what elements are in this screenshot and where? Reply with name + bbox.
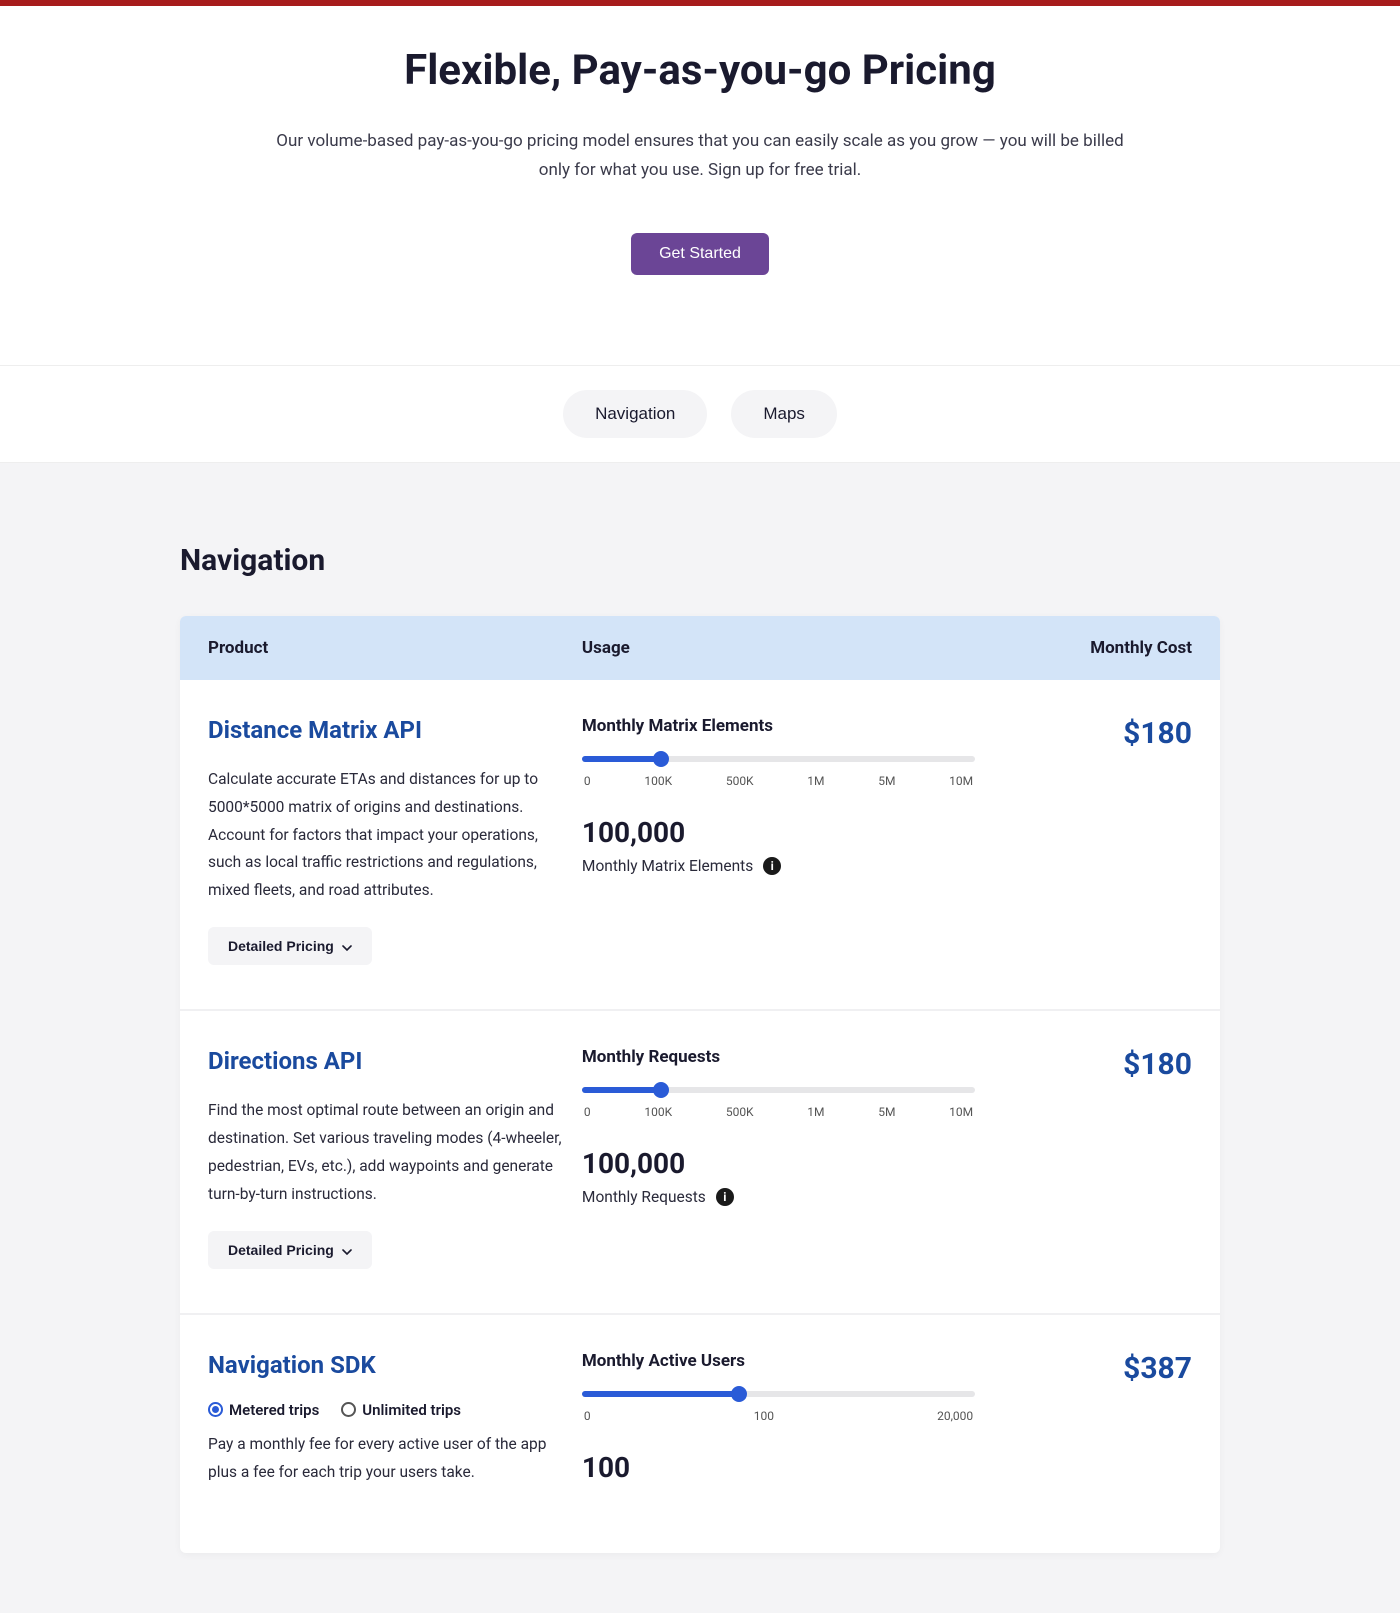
radio-unchecked-icon [341,1402,356,1417]
slider-thumb[interactable] [731,1386,747,1402]
pricing-table: Product Usage Monthly Cost Distance Matr… [180,616,1220,1553]
slider-ticks: 0 100K 500K 1M 5M 10M [582,1105,975,1119]
usage-value-label: Monthly Matrix Elements [582,857,753,875]
table-row: Directions API Find the most optimal rou… [180,1011,1220,1315]
usage-value-label: Monthly Requests [582,1188,706,1206]
slider-thumb[interactable] [653,1082,669,1098]
usage-title: Monthly Requests [582,1047,975,1067]
radio-unlimited-trips[interactable]: Unlimited trips [341,1401,461,1419]
tab-maps[interactable]: Maps [731,390,837,438]
usage-slider[interactable]: 0 100K 500K 1M 5M 10M [582,1087,975,1119]
slider-ticks: 0 100K 500K 1M 5M 10M [582,774,975,788]
usage-value: 100 [582,1451,975,1484]
pricing-mode-radios: Metered trips Unlimited trips [208,1401,562,1419]
hero-title: Flexible, Pay-as-you-go Pricing [20,46,1380,95]
pricing-section: Navigation Product Usage Monthly Cost Di… [0,463,1400,1613]
usage-slider[interactable]: 0 100 20,000 [582,1391,975,1423]
detailed-pricing-button[interactable]: Detailed Pricing [208,1231,372,1269]
usage-title: Monthly Active Users [582,1351,975,1371]
tabs-bar: Navigation Maps [0,366,1400,463]
monthly-cost: $387 [995,1351,1192,1386]
monthly-cost: $180 [995,716,1192,751]
product-title-navigation-sdk: Navigation SDK [208,1351,562,1379]
slider-ticks: 0 100 20,000 [582,1409,975,1423]
radio-checked-icon [208,1402,223,1417]
info-icon[interactable]: i [763,857,781,875]
radio-metered-trips[interactable]: Metered trips [208,1401,319,1419]
usage-title: Monthly Matrix Elements [582,716,975,736]
product-desc: Calculate accurate ETAs and distances fo… [208,766,562,905]
product-title-distance-matrix: Distance Matrix API [208,716,562,744]
hero-subtitle: Our volume-based pay-as-you-go pricing m… [270,127,1130,185]
product-desc: Find the most optimal route between an o… [208,1097,562,1209]
table-header: Product Usage Monthly Cost [180,616,1220,680]
detailed-pricing-label: Detailed Pricing [228,1242,334,1258]
table-row: Navigation SDK Metered trips Unlimited t… [180,1315,1220,1553]
usage-value: 100,000 [582,816,975,849]
detailed-pricing-label: Detailed Pricing [228,938,334,954]
usage-value: 100,000 [582,1147,975,1180]
header-product: Product [208,638,582,658]
product-desc: Pay a monthly fee for every active user … [208,1431,562,1487]
usage-slider[interactable]: 0 100K 500K 1M 5M 10M [582,756,975,788]
detailed-pricing-button[interactable]: Detailed Pricing [208,927,372,965]
tab-navigation[interactable]: Navigation [563,390,707,438]
get-started-button[interactable]: Get Started [631,233,769,275]
table-row: Distance Matrix API Calculate accurate E… [180,680,1220,1011]
monthly-cost: $180 [995,1047,1192,1082]
slider-thumb[interactable] [653,751,669,767]
info-icon[interactable]: i [716,1188,734,1206]
chevron-down-icon [342,938,352,954]
chevron-down-icon [342,1242,352,1258]
hero-section: Flexible, Pay-as-you-go Pricing Our volu… [0,6,1400,366]
product-title-directions: Directions API [208,1047,562,1075]
section-title: Navigation [180,543,1220,578]
header-usage: Usage [582,638,995,658]
header-cost: Monthly Cost [995,638,1192,658]
